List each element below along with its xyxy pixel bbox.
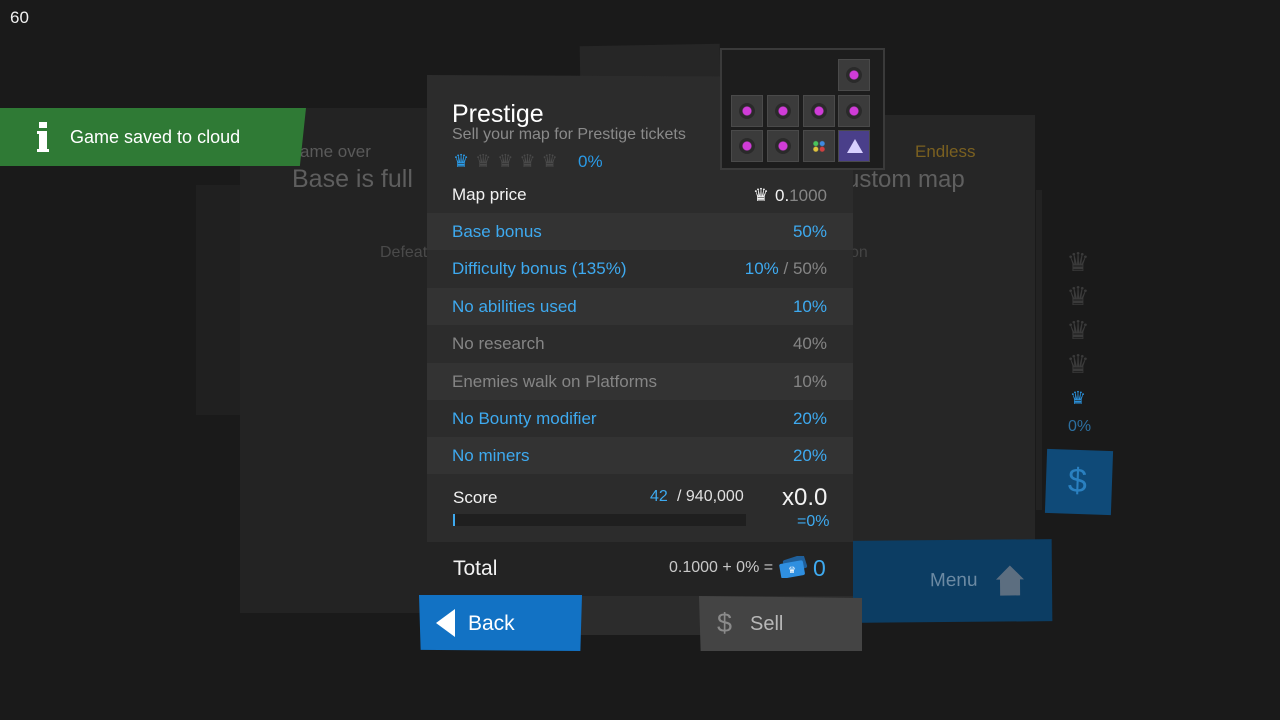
- bonus-value: 20%: [792, 409, 827, 428]
- bonus-value: 10%: [792, 296, 827, 316]
- bonus-label: No abilities used: [452, 296, 577, 316]
- svg-text:♛: ♛: [788, 565, 796, 575]
- bonus-row: No abilities used 10%: [427, 287, 853, 325]
- bonus-value: 20%: [792, 446, 827, 466]
- background-right-strip: [1036, 190, 1042, 510]
- crown-icon: ♛: [497, 151, 514, 171]
- mode-label: Endless: [915, 142, 976, 161]
- home-icon: [995, 565, 1024, 596]
- background-sell-button: $: [1044, 448, 1114, 516]
- bonus-label: No Bounty modifier: [452, 409, 597, 428]
- map-preview-grid: [720, 48, 885, 170]
- total-value: 0: [813, 555, 826, 581]
- prestige-crowns: ♛ ♛ ♛ ♛ ♛: [453, 151, 558, 171]
- crown-icon: ♛: [752, 185, 769, 205]
- bonus-row: No Bounty modifier 20%: [427, 400, 853, 437]
- bonus-label: No miners: [452, 446, 530, 466]
- game-over-defeat-label: Defeat: [380, 244, 428, 261]
- crown-icon: ♛: [475, 151, 492, 171]
- crown-icon: ♛: [1066, 349, 1090, 379]
- bonus-row: Difficulty bonus (135%) 10% / 50%: [427, 250, 853, 287]
- game-over-label: ame over: [300, 142, 371, 161]
- score-progress-bar: [453, 514, 746, 526]
- dollar-icon: $: [717, 608, 733, 638]
- background-prestige-pct: 0%: [1068, 418, 1092, 435]
- map-name: ustom map: [846, 166, 965, 193]
- bonus-value: 40%: [792, 334, 827, 354]
- tower-slot: [803, 95, 835, 127]
- score-multiplier-pct: =0%: [797, 513, 830, 530]
- bonus-row: No miners 20%: [427, 437, 853, 475]
- total-formula: 0.1000 + 0% =: [669, 559, 774, 576]
- panel-subtitle: Sell your map for Prestige tickets: [452, 126, 686, 143]
- toast-message: Game saved to cloud: [70, 127, 241, 147]
- bonus-label: Base bonus: [452, 222, 542, 241]
- back-button[interactable]: Back: [419, 595, 582, 651]
- tower-slot: [838, 59, 870, 91]
- crown-icon: ♛: [541, 151, 558, 171]
- crown-icon: ♛: [519, 151, 536, 171]
- bonus-value: 10% / 50%: [744, 259, 827, 279]
- score-value: 42: [650, 488, 668, 505]
- game-over-title: Base is full: [292, 165, 413, 193]
- sell-button[interactable]: $ Sell: [699, 596, 862, 651]
- map-price-label: Map price: [452, 185, 527, 204]
- score-multiplier: x0.0: [782, 484, 828, 511]
- modifier-slot: [803, 130, 835, 162]
- triangle-slot: [838, 130, 870, 162]
- crown-icon: ♛: [1066, 281, 1090, 311]
- tower-slot: [767, 95, 799, 127]
- info-icon: [37, 122, 49, 152]
- bonus-row: No research 40%: [427, 325, 853, 362]
- back-arrow-icon: [436, 609, 455, 637]
- bonus-value: 50%: [792, 222, 827, 241]
- back-button-label: Back: [468, 612, 515, 635]
- map-price-value: ♛ 0.1000: [752, 185, 827, 205]
- background-left-strip: [196, 185, 240, 415]
- background-crown-column: ♛ ♛ ♛ ♛ ♛: [1060, 245, 1096, 415]
- tower-slot: [731, 130, 763, 162]
- menu-button[interactable]: Menu: [851, 539, 1053, 623]
- bonus-label: Enemies walk on Platforms: [452, 371, 658, 391]
- bonus-row: Enemies walk on Platforms 10%: [427, 362, 853, 400]
- bonus-label: No research: [452, 334, 545, 354]
- tower-slot: [838, 95, 870, 127]
- prestige-progress-pct: 0%: [578, 152, 603, 171]
- dollar-icon: $: [1067, 461, 1088, 501]
- tower-slot: [731, 95, 763, 127]
- map-price-row: Map price ♛ 0.1000: [427, 176, 853, 213]
- prestige-ticket-icon: ♛: [779, 556, 808, 578]
- panel-title: Prestige: [452, 100, 544, 128]
- bonus-row: Base bonus 50%: [427, 213, 853, 250]
- score-label: Score: [453, 488, 498, 507]
- total-label: Total: [453, 557, 498, 580]
- sell-button-label: Sell: [750, 613, 784, 635]
- tower-slot: [767, 130, 799, 162]
- save-toast: Game saved to cloud: [0, 108, 306, 166]
- menu-button-label: Menu: [929, 569, 978, 592]
- crown-icon: ♛: [453, 151, 470, 171]
- fps-counter: 60: [10, 8, 29, 27]
- crown-icon: ♛: [1066, 247, 1090, 277]
- crown-icon: ♛: [1066, 315, 1090, 345]
- bonus-label: Difficulty bonus (135%): [452, 259, 627, 279]
- bonus-value: 10%: [792, 371, 827, 391]
- crown-icon: ♛: [1069, 388, 1087, 408]
- score-max: / 940,000: [677, 488, 744, 505]
